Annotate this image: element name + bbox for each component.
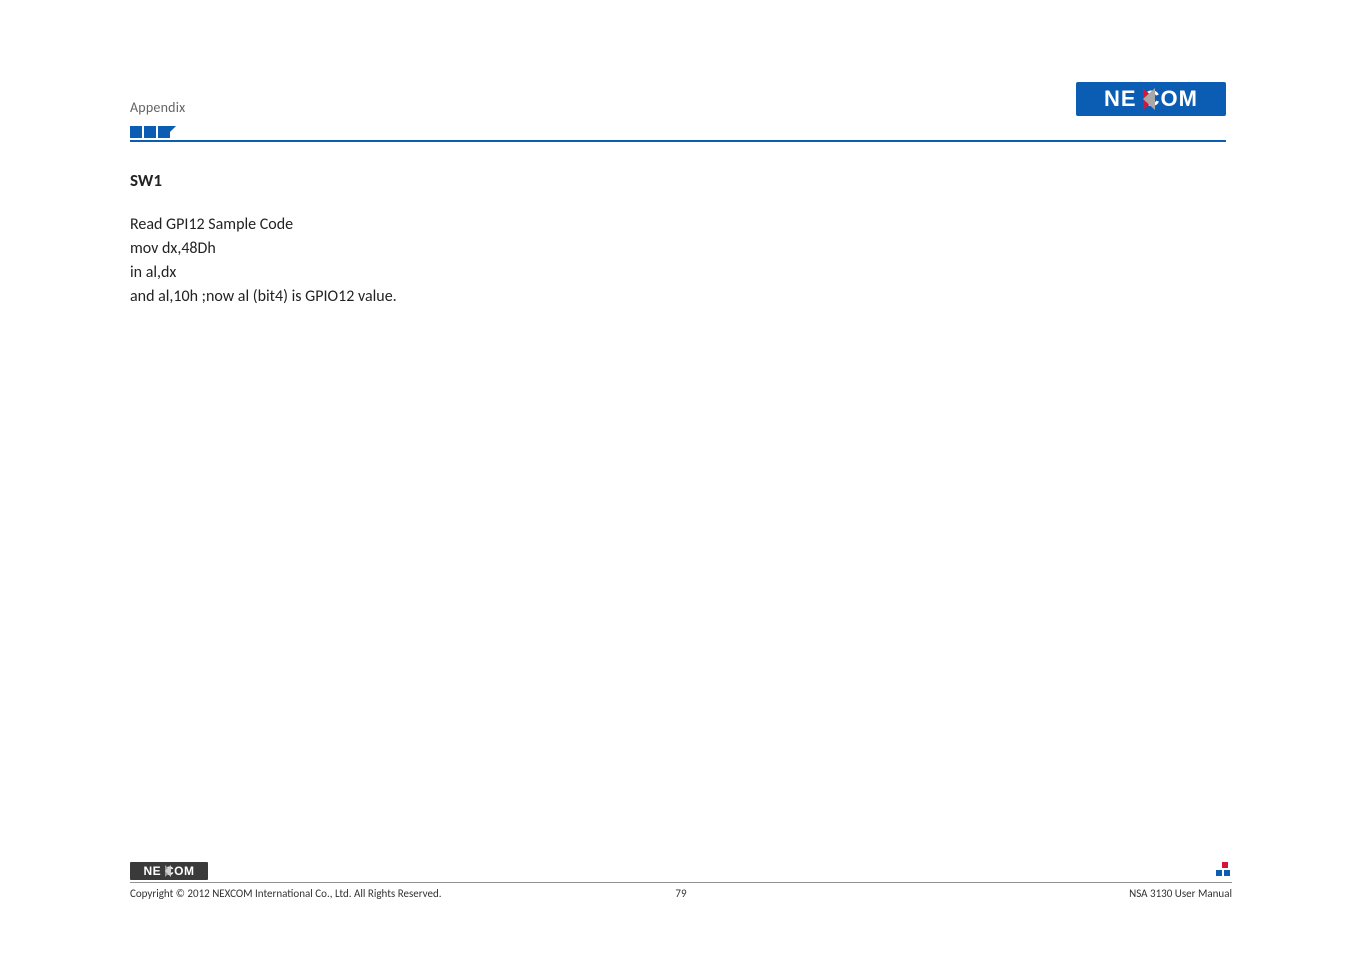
document-page: Appendix NE COM [0,0,1356,954]
header-rule [130,140,1226,142]
footer-brand-logo-icon: NE COM [130,862,208,880]
code-line: and al,10h ;now al (bit4) is GPIO12 valu… [130,285,1226,309]
footer-top: NE COM [130,862,1232,880]
page-content: SW1 Read GPI12 Sample Code mov dx,48Dh i… [130,170,1226,309]
footer-rule [130,882,1232,883]
page-number: 79 [130,887,1232,900]
page-footer: NE COM Copyright © 2012 NEXCOM Internati… [130,862,1232,900]
content-heading: SW1 [130,170,1226,191]
footer-row: Copyright © 2012 NEXCOM International Co… [130,887,1232,900]
header-row: Appendix NE COM [130,82,1226,116]
header-divider [130,122,1226,142]
code-line: in al,dx [130,261,1226,285]
page-header: Appendix NE COM [130,82,1226,142]
brand-logo-icon: NE COM [1076,82,1226,116]
section-label: Appendix [130,99,185,116]
footer-mark-icon [1214,862,1232,880]
code-line: mov dx,48Dh [130,237,1226,261]
divider-marker-icon [130,126,176,138]
code-line: Read GPI12 Sample Code [130,213,1226,237]
